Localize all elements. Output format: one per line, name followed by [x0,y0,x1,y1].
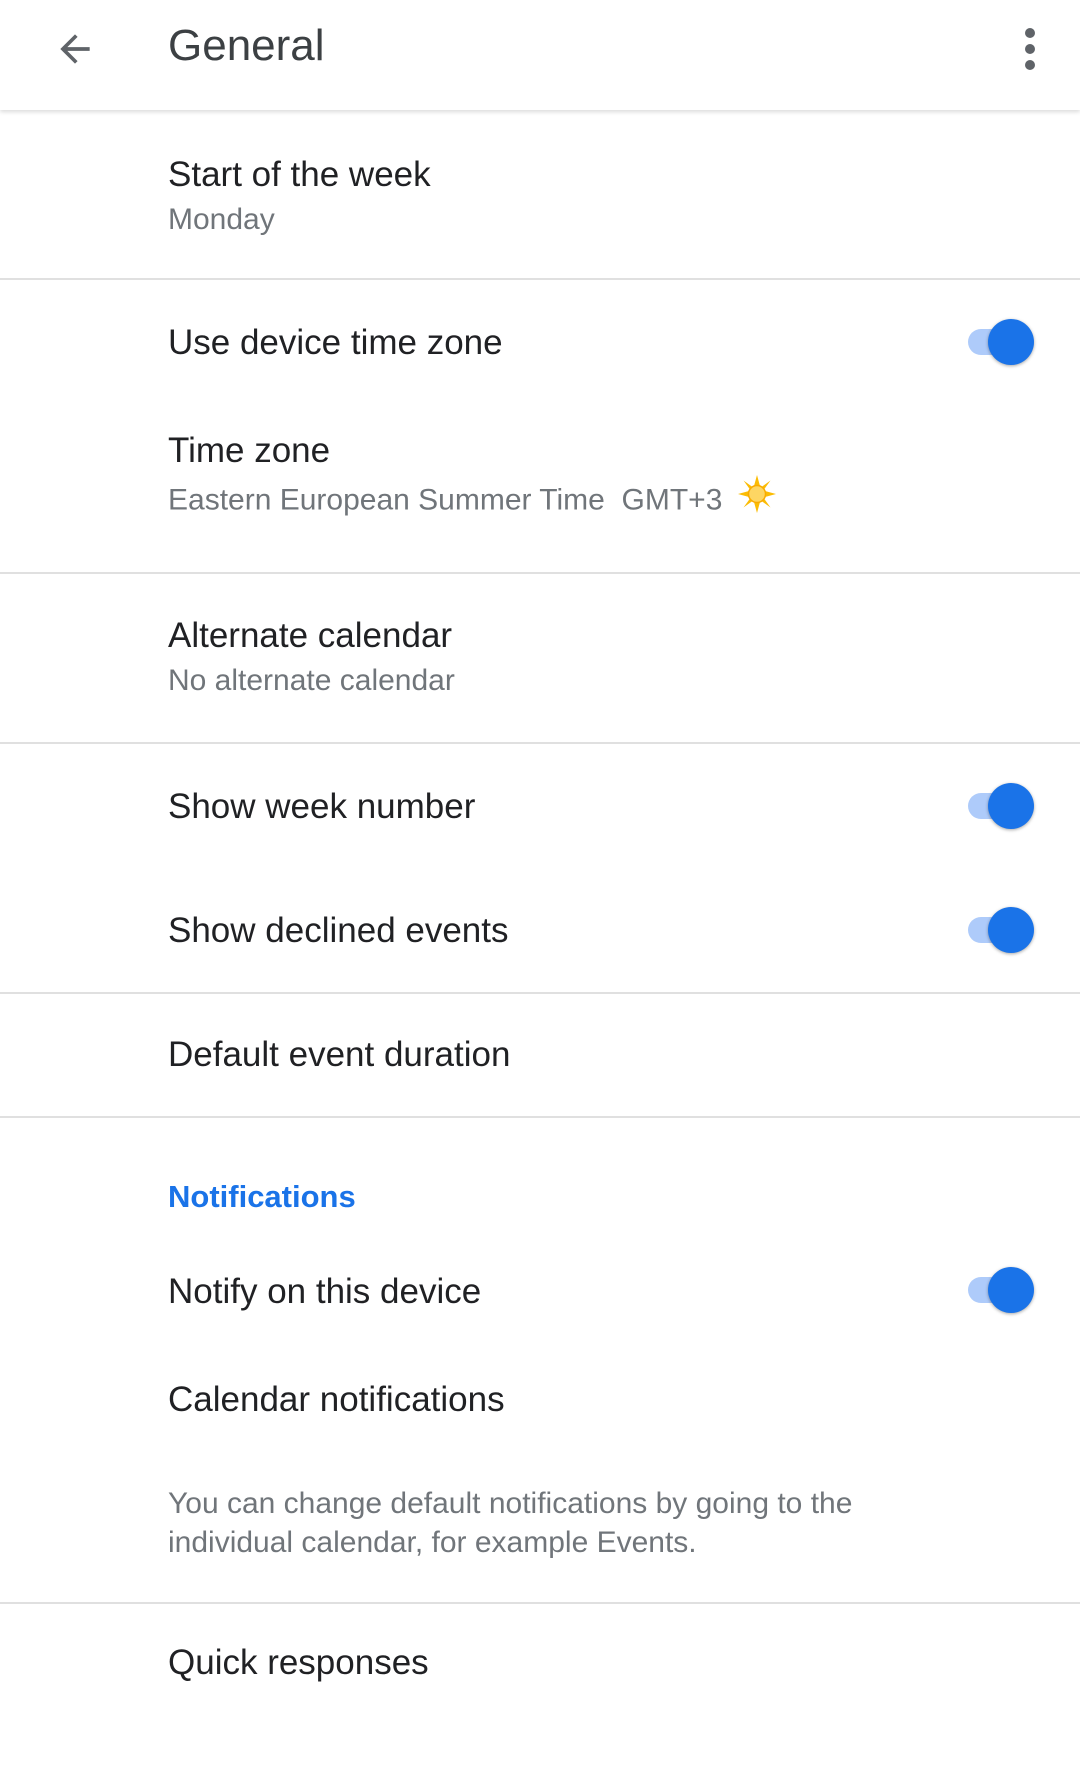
back-button[interactable] [42,16,108,82]
time-zone-title: Time zone [168,431,331,470]
notify-on-device-setting[interactable]: Notify on this device [0,1226,1080,1350]
settings-list: Start of the week Monday Use device time… [0,110,1080,1728]
more-options-button[interactable] [1002,16,1058,82]
start-of-week-value: Monday [168,203,275,236]
start-of-week-title: Start of the week [168,155,431,194]
notify-on-device-title: Notify on this device [168,1272,482,1311]
switch-thumb [988,1267,1034,1313]
device-time-zone-title: Use device time zone [168,323,503,362]
alternate-calendar-value: No alternate calendar [168,664,455,697]
notifications-header: Notifications [168,1179,356,1214]
switch-thumb [988,907,1034,953]
calendar-notifications-title: Calendar notifications [168,1380,505,1419]
alternate-calendar-title: Alternate calendar [168,616,453,655]
quick-responses-title: Quick responses [168,1643,429,1682]
device-time-zone-switch[interactable] [962,317,1036,367]
alternate-calendar-setting[interactable]: Alternate calendar No alternate calendar [0,574,1080,742]
show-declined-events-title: Show declined events [168,911,509,950]
page-title: General [168,21,325,70]
time-zone-setting[interactable]: Time zone Eastern European Summer Time G… [0,404,1080,572]
show-declined-events-setting[interactable]: Show declined events [0,868,1080,992]
quick-responses-setting[interactable]: Quick responses [0,1604,1080,1728]
switch-thumb [988,783,1034,829]
notifications-hint-row: You can change default notifications by … [0,1474,1080,1602]
show-declined-events-switch[interactable] [962,905,1036,955]
calendar-notifications-setting[interactable]: Calendar notifications [0,1350,1080,1474]
show-week-number-switch[interactable] [962,781,1036,831]
more-vert-icon [1025,28,1035,70]
show-week-number-title: Show week number [168,787,476,826]
sun-icon [737,474,777,525]
time-zone-value: Eastern European Summer Time GMT+3 [168,483,723,517]
default-event-duration-title: Default event duration [168,1035,511,1074]
default-event-duration-setting[interactable]: Default event duration [0,994,1080,1116]
switch-thumb [988,319,1034,365]
show-week-number-setting[interactable]: Show week number [0,744,1080,868]
device-time-zone-setting[interactable]: Use device time zone [0,280,1080,404]
start-of-week-setting[interactable]: Start of the week Monday [0,110,1080,278]
notifications-section-header: Notifications [0,1118,1080,1226]
arrow-back-icon [60,34,90,64]
notify-on-device-switch[interactable] [962,1265,1036,1315]
notifications-hint: You can change default notifications by … [168,1487,853,1559]
app-bar: General [0,0,1080,110]
time-zone-value-line: Eastern European Summer Time GMT+3 [168,474,777,527]
